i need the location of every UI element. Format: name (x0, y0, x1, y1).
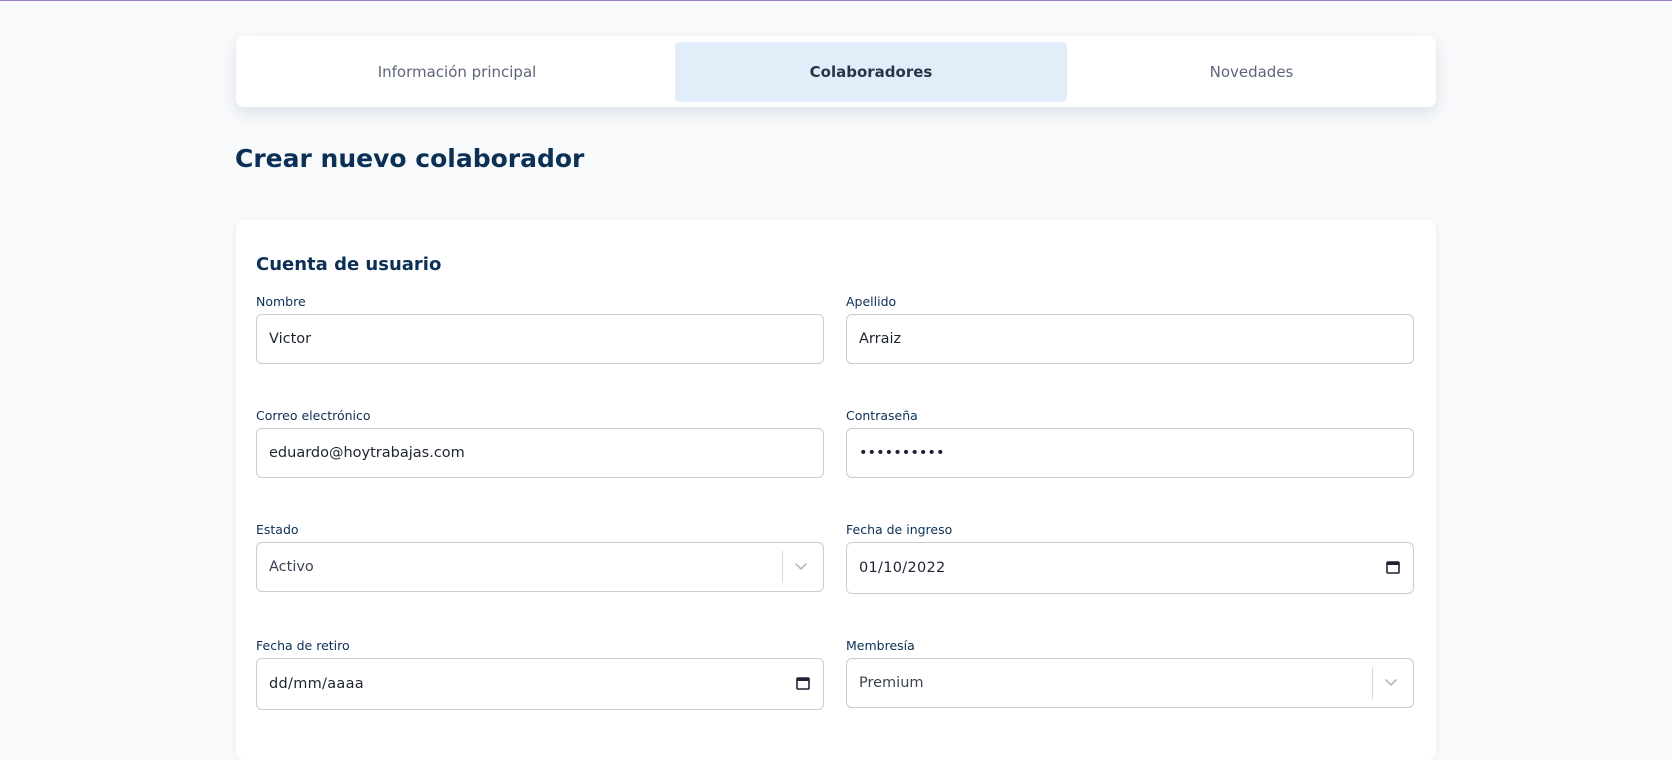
calendar-icon[interactable] (1385, 559, 1401, 575)
membresia-value: Premium (859, 675, 924, 691)
membresia-label: Membresía (846, 638, 915, 653)
contrasena-label: Contraseña (846, 408, 918, 423)
fecha-ingreso-field[interactable]: 01/10/2022 (846, 542, 1414, 594)
chevron-down-icon[interactable] (1381, 672, 1401, 692)
fecha-ingreso-value: 01/10/2022 (859, 560, 946, 576)
password-input[interactable] (859, 429, 1399, 477)
tab-label: Información principal (377, 63, 537, 81)
contrasena-field[interactable] (846, 428, 1414, 478)
nombre-field[interactable] (256, 314, 824, 364)
membresia-select[interactable]: Premium (846, 658, 1414, 708)
user-account-card: Cuenta de usuario Nombre Apellido Correo… (236, 220, 1436, 760)
estado-select[interactable]: Activo (256, 542, 824, 592)
select-separator (1372, 667, 1373, 699)
section-title: Cuenta de usuario (256, 254, 442, 275)
tab-label: Colaboradores (809, 63, 933, 81)
correo-label: Correo electrónico (256, 408, 371, 423)
apellido-field[interactable] (846, 314, 1414, 364)
estado-value: Activo (269, 559, 314, 575)
nombre-input[interactable] (269, 315, 809, 363)
tab-colaboradores[interactable]: Colaboradores (675, 42, 1067, 102)
nombre-label: Nombre (256, 294, 306, 309)
tab-novedades[interactable]: Novedades (1067, 42, 1436, 102)
tab-label: Novedades (1209, 63, 1294, 81)
fecha-retiro-field[interactable]: dd/mm/aaaa (256, 658, 824, 710)
top-accent-line (0, 0, 1672, 1)
calendar-icon[interactable] (795, 675, 811, 691)
fecha-ingreso-label: Fecha de ingreso (846, 522, 953, 537)
fecha-retiro-value: dd/mm/aaaa (269, 676, 364, 692)
estado-label: Estado (256, 522, 299, 537)
chevron-down-icon[interactable] (791, 556, 811, 576)
correo-field[interactable] (256, 428, 824, 478)
tab-bar: Información principal Colaboradores Nove… (236, 36, 1436, 107)
select-separator (782, 551, 783, 583)
tab-informacion-principal[interactable]: Información principal (236, 42, 678, 102)
email-input[interactable] (269, 429, 809, 477)
apellido-label: Apellido (846, 294, 897, 309)
page-title: Crear nuevo colaborador (235, 144, 585, 173)
fecha-retiro-label: Fecha de retiro (256, 638, 350, 653)
apellido-input[interactable] (859, 315, 1399, 363)
